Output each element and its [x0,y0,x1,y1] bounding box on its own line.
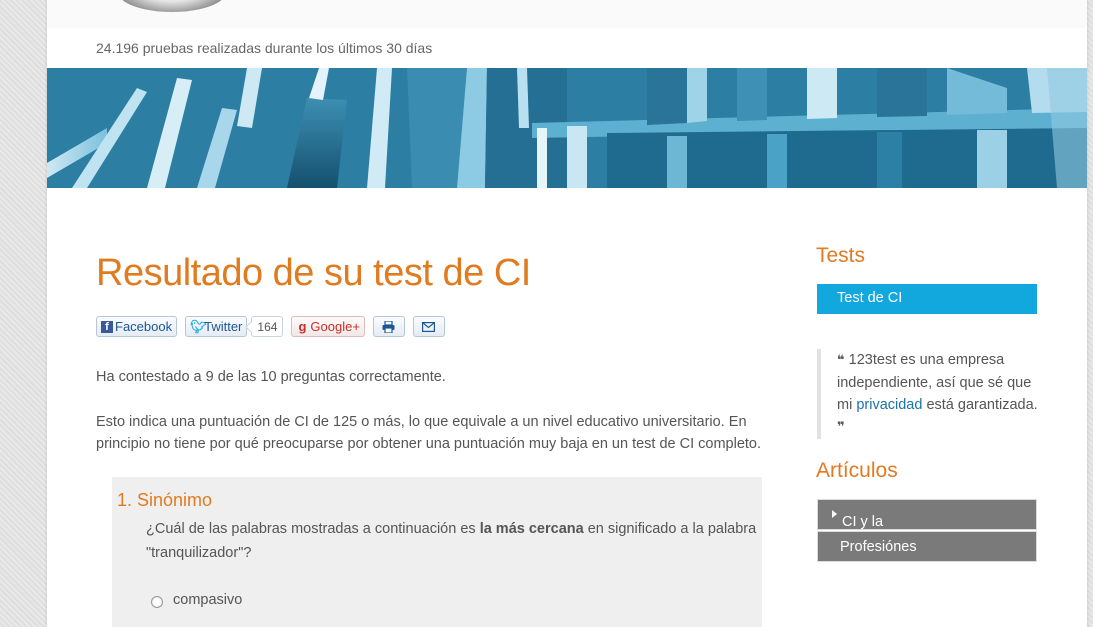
maze-banner [47,68,1087,188]
tests-heading: Tests [816,244,866,267]
facebook-icon: f [101,320,113,333]
article-link-ci[interactable]: CI y la inteligencia [817,499,1037,546]
article-label: Profesiónes [840,539,917,555]
answer-option[interactable]: compasivo [151,592,242,608]
printer-icon [382,320,395,333]
facebook-share-button[interactable]: f Facebook [96,316,178,337]
twitter-label: Twitter [204,319,243,334]
page-title: Resultado de su test de CI [96,252,531,294]
question-box: 1. Sinónimo ¿Cuál de las palabras mostra… [112,477,762,627]
radio-button[interactable] [151,595,163,608]
open-quote-icon: ❝ [837,353,845,368]
twitter-share-button[interactable]: 🐦︎ Twitter [185,316,248,337]
privacy-link[interactable]: privacidad [856,397,922,413]
caret-right-icon [832,510,837,518]
googleplus-share-button[interactable]: g Google+ [291,316,365,337]
tests-count-text: 24.196 pruebas realizadas durante los úl… [96,40,433,56]
googleplus-icon: g [298,318,307,334]
question-title: 1. Sinónimo [117,490,213,510]
facebook-label: Facebook [115,319,173,334]
envelope-icon [422,321,436,332]
articles-heading: Artículos [816,459,898,482]
article-link-profesiones[interactable]: Profesiónes [817,531,1037,562]
googleplus-label: Google+ [310,319,360,334]
twitter-count: 164 [251,316,284,337]
email-button[interactable] [412,316,445,337]
iq-test-button[interactable]: Test de CI [817,284,1037,314]
share-bar: f Facebook 🐦︎ Twitter 164 g Google+ [96,316,453,337]
answer-option-label: compasivo [173,592,243,608]
twitter-icon: 🐦︎ [190,318,207,334]
close-quote-icon: ❞ [837,420,845,435]
header-strip [47,0,1087,28]
print-button[interactable] [372,316,405,337]
question-text-part: ¿Cuál de las palabras mostradas a contin… [146,521,480,537]
logo[interactable] [117,0,227,12]
privacy-quote: ❝ 123test es una empresa independiente, … [817,349,1047,439]
page: 24.196 pruebas realizadas durante los úl… [47,0,1087,627]
question-text: ¿Cuál de las palabras mostradas a contin… [146,517,766,565]
quote-text: está garantizada. [922,397,1038,413]
question-text-bold: la más cercana [479,521,584,537]
result-text: Ha contestado a 9 de las 10 preguntas co… [96,369,446,385]
result-explanation: Esto indica una puntuación de CI de 125 … [96,414,762,452]
